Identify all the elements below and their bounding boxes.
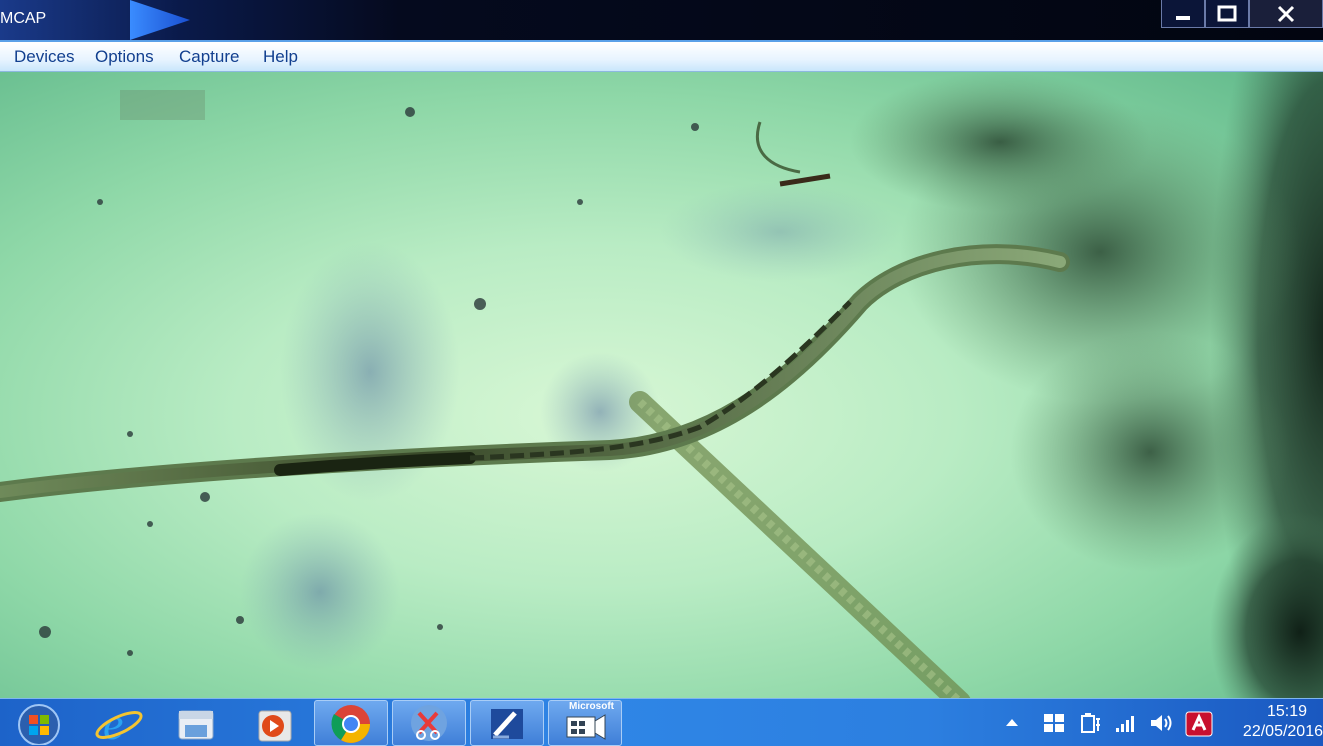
window-title: MCAP	[0, 10, 47, 27]
close-icon	[1277, 5, 1295, 22]
minimize-icon	[1176, 15, 1190, 20]
battery-plug-icon	[1081, 713, 1100, 733]
snipping-tool-button[interactable]	[392, 700, 466, 746]
media-player-button[interactable]	[236, 700, 310, 746]
app-button[interactable]	[470, 700, 544, 746]
windows-flag-icon	[1044, 714, 1064, 732]
close-button[interactable]	[1249, 0, 1323, 28]
show-hidden-icons-button[interactable]	[1004, 711, 1020, 735]
chevron-up-icon	[1006, 719, 1018, 726]
chrome-button[interactable]	[314, 700, 388, 746]
start-orb-icon	[18, 704, 60, 745]
microscope-image	[0, 72, 1323, 698]
menu-devices[interactable]: Devices	[14, 47, 74, 67]
app-icon	[491, 709, 523, 739]
network-tray-icon[interactable]	[1113, 711, 1139, 735]
internet-explorer-icon: e	[95, 701, 143, 745]
app-logo-icon	[120, 0, 200, 40]
action-center-tray-icon[interactable]	[1040, 711, 1068, 735]
media-player-icon	[258, 710, 292, 742]
file-explorer-button[interactable]	[158, 700, 232, 746]
chrome-icon	[331, 705, 370, 743]
speaker-icon	[1151, 715, 1172, 731]
camera-app-button[interactable]: Microsoft	[548, 700, 622, 746]
menu-help[interactable]: Help	[263, 47, 298, 67]
power-tray-icon[interactable]	[1078, 711, 1104, 735]
minimize-button[interactable]	[1161, 0, 1205, 28]
title-bar: MCAP	[0, 0, 1323, 40]
antivirus-tray-icon[interactable]	[1185, 711, 1213, 737]
menu-capture[interactable]: Capture	[179, 47, 239, 67]
maximize-button[interactable]	[1205, 0, 1249, 28]
clock-time: 15:19	[1266, 703, 1307, 720]
microsoft-camera-app-icon: Microsoft	[557, 701, 614, 745]
volume-tray-icon[interactable]	[1148, 711, 1176, 735]
menu-options[interactable]: Options	[95, 47, 154, 67]
menu-bar: Devices Options Capture Help	[0, 40, 1323, 72]
signal-bars-icon	[1116, 716, 1134, 732]
file-explorer-icon	[178, 710, 214, 740]
clock-date: 22/05/2016	[1242, 723, 1323, 740]
start-button[interactable]	[0, 700, 74, 746]
video-preview	[0, 72, 1323, 698]
snipping-tool-icon	[411, 705, 447, 741]
avira-umbrella-icon	[1185, 711, 1213, 737]
maximize-icon	[1217, 5, 1237, 21]
internet-explorer-button[interactable]: e	[80, 700, 154, 746]
taskbar-clock[interactable]: 15:19 22/05/2016	[1231, 702, 1323, 742]
